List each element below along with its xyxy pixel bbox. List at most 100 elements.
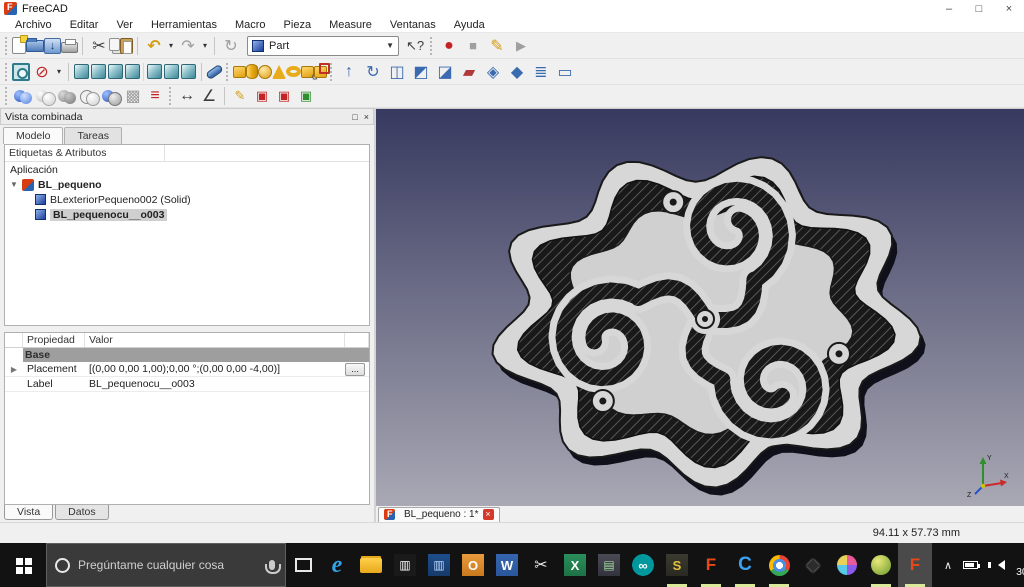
float-panel-icon[interactable]: □ [352,112,357,122]
front-view-icon[interactable] [91,64,106,79]
globe-app-icon[interactable] [864,543,898,587]
expand-chevron-icon[interactable]: ▶ [5,365,23,374]
edge-icon[interactable]: e [320,543,354,587]
viewport-3d[interactable]: Y X Z [376,108,1024,506]
property-row-label[interactable]: Label BL_pequenocu__o003 [5,377,369,392]
copy-icon[interactable] [109,38,120,51]
menu-ayuda[interactable]: Ayuda [445,19,494,31]
paste-icon[interactable] [120,38,133,54]
tab-modelo[interactable]: Modelo [3,127,63,144]
refresh-icon[interactable]: ↻ [219,35,243,57]
menu-ver[interactable]: Ver [107,19,142,31]
draw-style-icon[interactable]: ⊘ [30,61,54,83]
primitive-sphere-icon[interactable] [258,65,272,79]
measure-toggle-3d-icon[interactable]: ▣ [273,86,295,106]
menu-ventanas[interactable]: Ventanas [381,19,445,31]
primitive-box-icon[interactable] [233,66,246,78]
close-button[interactable]: × [994,0,1024,17]
draw-style-dropdown-icon[interactable]: ▾ [54,61,64,83]
check-geometry-icon[interactable] [100,86,122,106]
sublime-icon[interactable]: S [660,543,694,587]
measure-clear-icon[interactable]: ✎ [229,86,251,106]
cut-boolean-icon[interactable] [34,86,56,106]
minimize-button[interactable]: – [934,0,964,17]
redo-icon[interactable]: ↷ [176,35,200,57]
paint-icon[interactable] [830,543,864,587]
clipping-icon[interactable] [205,63,224,79]
outlook-icon[interactable]: O [456,543,490,587]
restore-button[interactable]: □ [964,0,994,17]
boolean-icon[interactable] [12,86,34,106]
tab-tareas[interactable]: Tareas [64,127,122,144]
excel-icon[interactable]: X [558,543,592,587]
primitive-cylinder-icon[interactable] [246,64,258,79]
undo-dropdown-icon[interactable]: ▾ [166,35,176,57]
arduino-icon[interactable]: ∞ [626,543,660,587]
snipping-tool-icon[interactable]: ✂ [524,543,558,587]
loft-icon[interactable]: ◈ [481,61,505,83]
menu-measure[interactable]: Measure [320,19,381,31]
offset-icon[interactable]: ≣ [529,61,553,83]
tree-item-selected[interactable]: BL_pequenocu__o003 [5,207,369,222]
whats-this-icon[interactable]: ↖? [403,35,427,57]
ruled-surface-icon[interactable]: ▰ [457,61,481,83]
workbench-selector[interactable]: Part ▼ [247,36,399,56]
close-panel-icon[interactable]: × [364,112,369,122]
word-icon[interactable]: W [490,543,524,587]
task-view-icon[interactable] [286,543,320,587]
new-file-icon[interactable] [12,37,26,54]
tree-item-solid[interactable]: BLexteriorPequeno002 (Solid) [5,192,369,207]
measure-angular-icon[interactable]: ∠ [198,86,220,106]
defeaturing-icon[interactable]: ▩ [122,86,144,106]
battery-icon[interactable] [963,561,978,569]
start-button[interactable] [0,543,46,587]
cut-icon[interactable]: ✂ [87,35,111,57]
property-row-placement[interactable]: ▶ Placement [(0,00 0,00 1,00);0,00 °;(0,… [5,362,369,377]
macro-edit-icon[interactable]: ✎ [485,35,509,57]
primitive-cone-icon[interactable] [272,65,286,79]
menu-herramientas[interactable]: Herramientas [142,19,226,31]
bottom-view-icon[interactable] [164,64,179,79]
thickness-icon[interactable]: ▭ [553,61,577,83]
file-explorer-icon[interactable] [354,543,388,587]
menu-macro[interactable]: Macro [226,19,275,31]
open-file-icon[interactable] [26,40,44,52]
tree-item-root[interactable]: ▼ BL_pequeno [5,177,369,192]
freecad-icon[interactable]: F [694,543,728,587]
tab-datos[interactable]: Datos [55,505,108,520]
close-tab-icon[interactable]: × [483,509,494,520]
save-icon[interactable]: ↓ [44,38,61,54]
fit-all-icon[interactable] [12,63,30,81]
measure-linear-icon[interactable]: ↔ [176,86,198,106]
cura-icon[interactable]: C [728,543,762,587]
rear-view-icon[interactable] [147,64,162,79]
revolve-icon[interactable]: ↻ [361,61,385,83]
mirror-icon[interactable]: ◫ [385,61,409,83]
sweep-icon[interactable]: ◆ [505,61,529,83]
redo-dropdown-icon[interactable]: ▾ [200,35,210,57]
macro-play-icon[interactable]: ▶ [509,35,533,57]
macro-record-icon[interactable]: ● [437,35,461,57]
undo-icon[interactable]: ↶ [142,35,166,57]
placement-edit-button[interactable]: ... [345,363,365,376]
primitives-dialog-icon[interactable] [301,66,314,78]
expand-chevron-icon[interactable]: ▼ [8,180,20,189]
measure-toggle-delta-icon[interactable]: ▣ [295,86,317,106]
cortana-search[interactable] [46,543,286,587]
primitive-torus-icon[interactable] [286,66,301,77]
store-icon[interactable]: ▥ [388,543,422,587]
cross-sections-icon[interactable]: ≡ [144,86,166,106]
freecad-active-icon[interactable]: F [898,543,932,587]
right-view-icon[interactable] [125,64,140,79]
tab-vista[interactable]: Vista [4,505,53,520]
measure-toggle-all-icon[interactable]: ▣ [251,86,273,106]
extrude-icon[interactable]: ↑ [337,61,361,83]
top-view-icon[interactable] [108,64,123,79]
tray-chevron-icon[interactable]: ∧ [944,559,952,572]
menu-pieza[interactable]: Pieza [275,19,321,31]
inkscape-icon[interactable]: ◆ [796,543,830,587]
document-tab[interactable]: BL_pequeno : 1* × [378,507,500,522]
print-icon[interactable] [61,42,78,53]
menu-editar[interactable]: Editar [61,19,108,31]
chamfer-icon[interactable]: ◪ [433,61,457,83]
